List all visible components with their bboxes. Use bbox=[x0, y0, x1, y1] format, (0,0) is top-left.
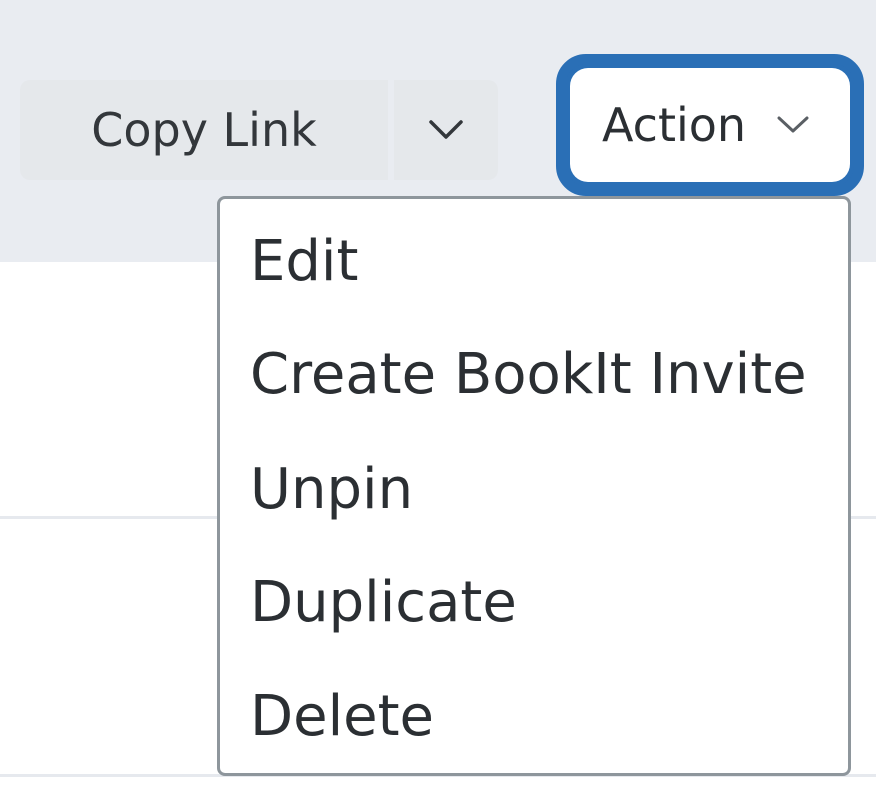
menu-item-label: Delete bbox=[250, 683, 434, 749]
copy-link-label: Copy Link bbox=[91, 103, 317, 157]
copy-link-dropdown-toggle[interactable] bbox=[394, 80, 498, 180]
menu-item-label: Create BookIt Invite bbox=[250, 341, 807, 407]
menu-item-delete[interactable]: Delete bbox=[250, 676, 434, 756]
action-button-face: Action bbox=[570, 68, 850, 182]
chevron-down-icon bbox=[777, 116, 809, 133]
menu-item-duplicate[interactable]: Duplicate bbox=[250, 562, 517, 642]
menu-item-label: Duplicate bbox=[250, 569, 517, 635]
chevron-down-icon bbox=[429, 120, 463, 139]
action-dropdown-menu: Edit Create BookIt Invite Unpin Duplicat… bbox=[217, 196, 851, 776]
menu-item-label: Unpin bbox=[250, 456, 414, 522]
action-dropdown-button[interactable]: Action bbox=[556, 54, 864, 196]
menu-item-label: Edit bbox=[250, 228, 359, 294]
menu-item-create-bookit-invite[interactable]: Create BookIt Invite bbox=[250, 334, 807, 414]
menu-item-edit[interactable]: Edit bbox=[250, 221, 358, 301]
action-button-label: Action bbox=[602, 98, 747, 152]
copy-link-button[interactable]: Copy Link bbox=[20, 80, 388, 180]
menu-item-unpin[interactable]: Unpin bbox=[250, 449, 413, 529]
copy-link-split-button: Copy Link bbox=[20, 80, 498, 180]
